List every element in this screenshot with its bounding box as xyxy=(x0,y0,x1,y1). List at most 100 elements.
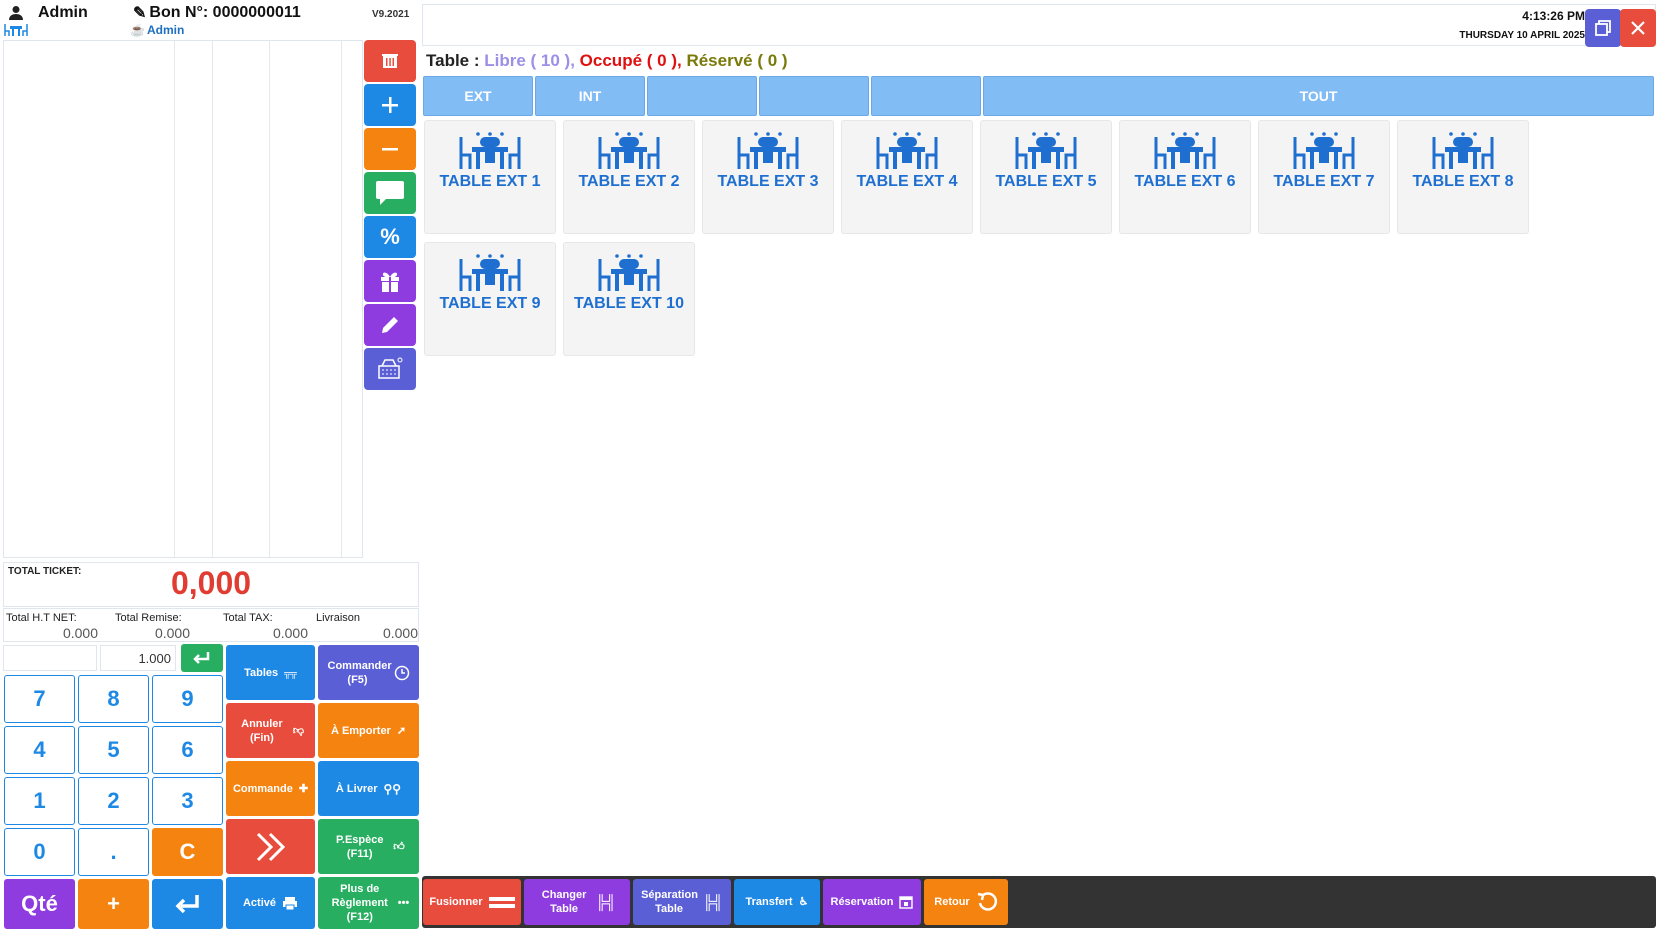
key-clear[interactable]: C xyxy=(152,828,223,876)
tab-empty-3[interactable] xyxy=(871,76,981,116)
transfer-person-icon: ♿︎ xyxy=(798,896,809,908)
fusionner-button[interactable]: Fusionner xyxy=(423,879,521,925)
table-card[interactable]: TABLE EXT 5 xyxy=(980,120,1112,234)
enter-small-button[interactable] xyxy=(181,644,223,672)
clock-icon xyxy=(394,665,409,680)
kitchen-icon xyxy=(378,357,403,379)
dining-table-icon xyxy=(876,132,938,169)
livraison-label: Livraison xyxy=(316,612,361,624)
key-1[interactable]: 1 xyxy=(4,777,75,825)
dining-table-icon xyxy=(737,132,799,169)
plus-key[interactable]: + xyxy=(78,879,149,929)
user-label: Admin xyxy=(8,4,88,22)
gift-icon xyxy=(381,272,399,292)
emporter-button[interactable]: À Emporter ➚ xyxy=(318,703,419,758)
total-ticket-value: 0,000 xyxy=(170,565,252,601)
key-9[interactable]: 9 xyxy=(152,675,223,723)
qte-button[interactable]: Qté xyxy=(4,879,75,929)
table-label: TABLE EXT 5 xyxy=(995,173,1097,190)
discount-button[interactable]: % xyxy=(364,216,416,258)
annuler-button[interactable]: Annuler (Fin) 👎︎ xyxy=(226,703,315,758)
active-button[interactable]: Activé xyxy=(226,877,315,929)
next-button[interactable] xyxy=(226,819,315,874)
key-6[interactable]: 6 xyxy=(152,726,223,774)
plus-icon xyxy=(382,97,398,113)
restore-icon xyxy=(1595,20,1611,36)
table-label: TABLE EXT 10 xyxy=(574,295,684,312)
column-divider xyxy=(341,41,342,557)
retour-button[interactable]: Retour xyxy=(924,879,1008,925)
dining-table-icon xyxy=(598,254,660,291)
server-label: ☕ Admin xyxy=(130,23,185,37)
table-card[interactable]: TABLE EXT 9 xyxy=(424,242,556,356)
minus-icon xyxy=(382,148,398,151)
bicycle-icon: ⚲⚲ xyxy=(383,781,402,796)
delete-button[interactable] xyxy=(364,40,416,82)
edit-button[interactable] xyxy=(364,304,416,346)
transfert-button[interactable]: Transfert ♿︎ xyxy=(734,879,820,925)
enter-icon xyxy=(193,652,210,664)
tab-empty-1[interactable] xyxy=(647,76,757,116)
enter-button[interactable] xyxy=(152,879,223,929)
key-0[interactable]: 0 xyxy=(4,828,75,876)
table-card[interactable]: TABLE EXT 3 xyxy=(702,120,834,234)
waiter-icon: ☕ xyxy=(130,23,145,37)
commande-button[interactable]: Commande ✚ xyxy=(226,761,315,816)
comment-button[interactable] xyxy=(364,172,416,214)
pespece-button[interactable]: P.Espèce (F11) 👍︎ xyxy=(318,819,419,874)
tables-button[interactable]: Tables ╦╦ xyxy=(226,645,315,700)
dining-table-icon xyxy=(1293,132,1355,169)
cooking-button[interactable] xyxy=(364,348,416,390)
more-dots-icon: ••• xyxy=(397,897,410,909)
key-dot[interactable]: . xyxy=(78,828,149,876)
commander-button[interactable]: Commander (F5) xyxy=(318,645,419,700)
status-occupe: Occupé ( 0 ), xyxy=(579,51,682,70)
key-4[interactable]: 4 xyxy=(4,726,75,774)
tab-ext[interactable]: EXT xyxy=(423,76,533,116)
percent-icon: % xyxy=(380,224,400,249)
key-2[interactable]: 2 xyxy=(78,777,149,825)
livrer-button[interactable]: À Livrer ⚲⚲ xyxy=(318,761,419,816)
status-libre: Libre ( 10 ), xyxy=(484,51,575,70)
takeaway-icon: ➚ xyxy=(396,724,407,737)
status-prefix: Table : xyxy=(426,51,485,70)
top-bar: 4:13:26 PM THURSDAY 10 APRIL 2025 xyxy=(422,4,1656,47)
key-3[interactable]: 3 xyxy=(152,777,223,825)
add-button[interactable] xyxy=(364,84,416,126)
table-card[interactable]: TABLE EXT 8 xyxy=(1397,120,1529,234)
table-card[interactable]: TABLE EXT 10 xyxy=(563,242,695,356)
table-swap-icon: ╠╣ xyxy=(596,894,616,910)
minus-button[interactable] xyxy=(364,128,416,170)
restore-window-button[interactable] xyxy=(1585,9,1621,47)
ticket-header: Admin ✎ Bon N°: 0000000011 ☕ Admin V9.20… xyxy=(0,0,420,40)
quantity-input[interactable]: 1.000 xyxy=(100,645,176,671)
ticket-lines-area[interactable] xyxy=(3,40,363,558)
calendar-icon xyxy=(899,896,914,909)
table-label: TABLE EXT 6 xyxy=(1134,173,1236,190)
close-icon xyxy=(1631,21,1645,35)
dining-table-icon xyxy=(459,254,521,291)
table-card[interactable]: TABLE EXT 1 xyxy=(424,120,556,234)
plus-reglement-button[interactable]: Plus de Règlement (F12) ••• xyxy=(318,877,419,929)
table-card[interactable]: TABLE EXT 4 xyxy=(841,120,973,234)
close-button[interactable] xyxy=(1620,9,1656,47)
tab-empty-2[interactable] xyxy=(759,76,869,116)
gift-button[interactable] xyxy=(364,260,416,302)
table-small-icon xyxy=(4,22,28,36)
table-card[interactable]: TABLE EXT 7 xyxy=(1258,120,1390,234)
key-5[interactable]: 5 xyxy=(78,726,149,774)
chat-bubble-icon xyxy=(376,181,404,205)
dining-table-icon xyxy=(1154,132,1216,169)
table-card[interactable]: TABLE EXT 2 xyxy=(563,120,695,234)
tab-int[interactable]: INT xyxy=(535,76,645,116)
reservation-button[interactable]: Réservation xyxy=(823,879,921,925)
changer-table-button[interactable]: Changer Table ╠╣ xyxy=(524,879,630,925)
keypad-display[interactable] xyxy=(3,645,97,671)
tab-tout[interactable]: TOUT xyxy=(983,76,1654,116)
separation-table-button[interactable]: Séparation Table ╠╣ xyxy=(633,879,731,925)
table-label: TABLE EXT 8 xyxy=(1412,173,1514,190)
column-divider xyxy=(212,41,213,557)
table-card[interactable]: TABLE EXT 6 xyxy=(1119,120,1251,234)
key-7[interactable]: 7 xyxy=(4,675,75,723)
key-8[interactable]: 8 xyxy=(78,675,149,723)
